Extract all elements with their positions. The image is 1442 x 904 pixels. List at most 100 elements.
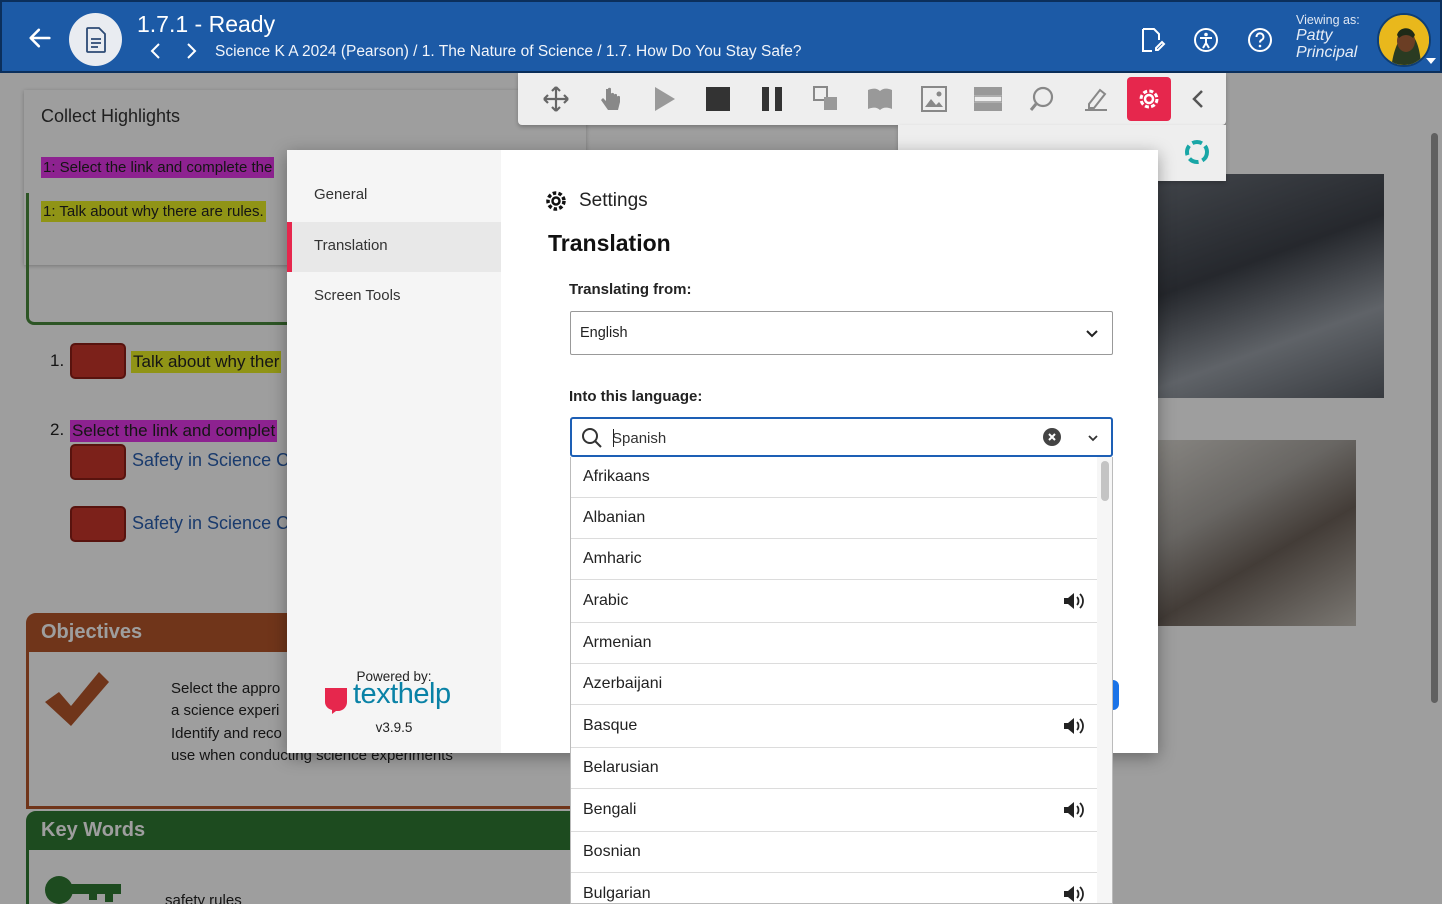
collapse-toolbar-button[interactable]: [1180, 81, 1216, 117]
texthelp-logo: texthelp: [323, 678, 465, 718]
avatar[interactable]: [1377, 13, 1431, 67]
settings-nav: General Translation Screen Tools Powered…: [287, 150, 501, 753]
language-option-label: Azerbaijani: [583, 675, 663, 692]
highlighter-icon: [1085, 88, 1107, 111]
save-button-edge[interactable]: [1113, 680, 1119, 710]
play-icon: [655, 87, 675, 111]
language-option-label: Armenian: [583, 634, 652, 651]
viewer-last-name: Principal: [1296, 43, 1358, 61]
speech-search-icon: [1029, 86, 1054, 111]
language-option[interactable]: Arabic: [571, 580, 1097, 623]
stop-button[interactable]: [700, 81, 736, 117]
nav-general[interactable]: General: [287, 171, 501, 221]
viewing-as-label: Viewing as:: [1296, 13, 1360, 27]
texthelp-logo-icon: [325, 688, 347, 714]
texthelp-toolbar: [518, 73, 1226, 125]
speaker-icon: [1064, 593, 1084, 609]
dictionary-button[interactable]: [862, 81, 898, 117]
viewer-first-name: Patty: [1296, 26, 1333, 44]
accessibility-icon[interactable]: [1192, 26, 1220, 54]
nav-translation[interactable]: Translation: [287, 222, 501, 272]
back-arrow-icon[interactable]: [26, 24, 54, 52]
gear-icon: [1139, 89, 1159, 109]
avatar-image: [1379, 15, 1429, 65]
gear-icon: [546, 191, 566, 211]
image-icon: [921, 86, 947, 112]
into-language-label: Into this language:: [569, 388, 703, 405]
stop-icon: [706, 87, 730, 111]
move-toolbar-button[interactable]: [538, 81, 574, 117]
pause-icon: [762, 87, 782, 111]
language-option[interactable]: Bengali: [571, 789, 1097, 832]
book-icon: [868, 88, 892, 110]
screen-mask-button[interactable]: [970, 81, 1006, 117]
speaker-icon: [1064, 802, 1084, 818]
play-button[interactable]: [646, 81, 682, 117]
language-option[interactable]: Bosnian: [571, 832, 1097, 873]
language-option-label: Albanian: [583, 509, 646, 526]
dropdown-scroll-thumb[interactable]: [1101, 461, 1109, 501]
chevron-down-icon[interactable]: [1086, 431, 1100, 445]
source-language-value: English: [580, 325, 628, 341]
move-icon: [543, 86, 569, 112]
highlighter-button[interactable]: [1078, 81, 1114, 117]
language-option-label: Bulgarian: [583, 885, 651, 902]
language-option[interactable]: Armenian: [571, 623, 1097, 664]
language-option[interactable]: Belarusian: [571, 748, 1097, 789]
document-button[interactable]: [69, 13, 122, 66]
language-option-label: Amharic: [583, 550, 642, 567]
language-option[interactable]: Amharic: [571, 539, 1097, 580]
pause-button[interactable]: [754, 81, 790, 117]
dropdown-scrollbar[interactable]: [1097, 457, 1112, 903]
version-label: v3.9.5: [375, 720, 413, 735]
language-option-label: Arabic: [583, 592, 629, 609]
target-language-combobox[interactable]: [570, 417, 1113, 457]
clear-icon[interactable]: [1043, 428, 1061, 446]
translating-from-label: Translating from:: [569, 281, 692, 298]
chevron-down-icon: [1086, 330, 1098, 338]
texthelp-brand: texthelp: [353, 678, 451, 710]
language-option[interactable]: Azerbaijani: [571, 664, 1097, 705]
account-menu-caret[interactable]: [1426, 58, 1436, 64]
chevron-left-icon: [1192, 90, 1203, 108]
talk-and-type-button[interactable]: [1024, 81, 1060, 117]
previous-page-icon[interactable]: [147, 41, 165, 61]
language-option[interactable]: Bulgarian: [571, 873, 1097, 903]
speaker-icon: [1064, 886, 1084, 902]
language-option-label: Afrikaans: [583, 468, 650, 485]
settings-button[interactable]: [1127, 77, 1171, 121]
hover-speech-button[interactable]: [592, 81, 628, 117]
settings-heading-text: Settings: [579, 190, 648, 211]
refresh-icon[interactable]: [1182, 137, 1212, 167]
settings-heading: Settings: [544, 188, 648, 214]
hand-pointer-icon: [601, 87, 620, 110]
language-dropdown-list: Afrikaans Albanian Amharic Arabic Armenian Az…: [570, 457, 1113, 904]
picture-dictionary-button[interactable]: [916, 81, 952, 117]
section-title: Translation: [548, 230, 671, 256]
viewing-as: Viewing as: Patty Principal: [1296, 13, 1360, 61]
translate-button[interactable]: [808, 81, 844, 117]
breadcrumb[interactable]: Science K A 2024 (Pearson) / 1. The Natu…: [215, 43, 802, 61]
next-page-icon[interactable]: [182, 41, 200, 61]
language-option[interactable]: Albanian: [571, 498, 1097, 539]
target-language-input[interactable]: [612, 427, 1032, 449]
language-option-label: Bosnian: [583, 843, 641, 860]
search-icon: [582, 428, 602, 448]
language-option-label: Bengali: [583, 801, 637, 818]
source-language-select[interactable]: English: [570, 311, 1113, 355]
language-option[interactable]: Afrikaans: [571, 457, 1097, 498]
edit-document-icon[interactable]: [1138, 26, 1166, 54]
document-icon: [85, 26, 106, 53]
screen-mask-icon: [974, 87, 1002, 111]
nav-screen-tools[interactable]: Screen Tools: [287, 272, 501, 322]
text-cursor: [613, 429, 614, 447]
page-title: 1.7.1 - Ready: [137, 11, 276, 37]
language-option-label: Belarusian: [583, 759, 659, 776]
close-icon: [1048, 433, 1056, 441]
language-option[interactable]: Basque: [571, 705, 1097, 748]
speaker-icon: [1064, 718, 1084, 734]
language-option-label: Basque: [583, 717, 638, 734]
app-header: 1.7.1 - Ready Science K A 2024 (Pearson)…: [0, 0, 1442, 73]
translate-icon: [813, 86, 837, 110]
help-icon[interactable]: [1246, 26, 1274, 54]
